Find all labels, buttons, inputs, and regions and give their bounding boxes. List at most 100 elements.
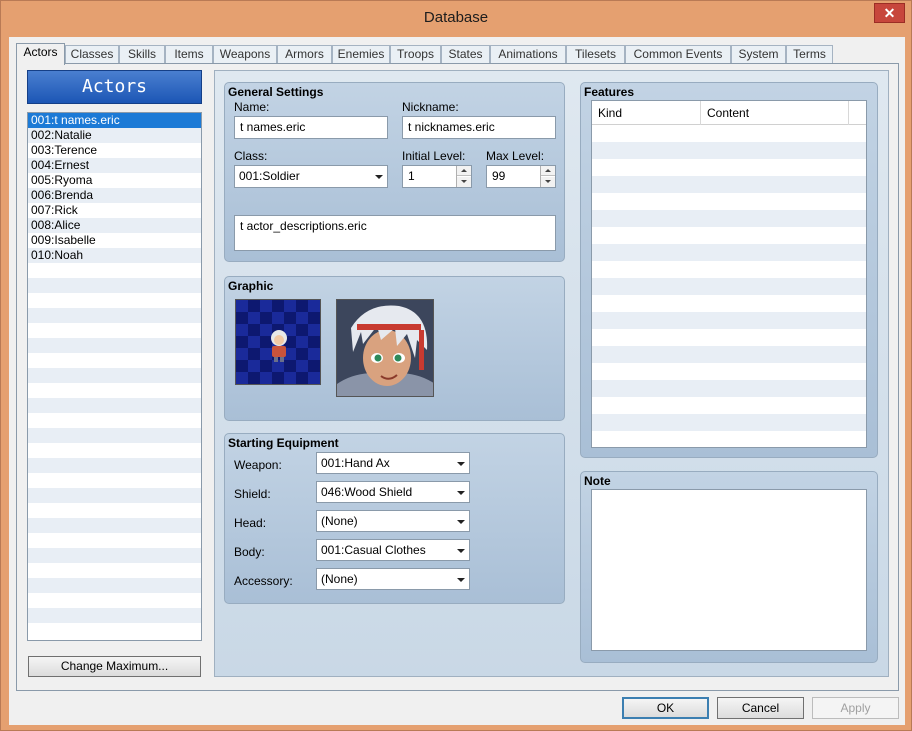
table-row[interactable] <box>592 176 866 193</box>
list-item[interactable]: 007:Rick <box>28 203 201 218</box>
shield-select[interactable]: 046:Wood Shield <box>316 481 470 503</box>
list-item[interactable] <box>28 398 201 413</box>
table-row[interactable] <box>592 261 866 278</box>
tab-weapons[interactable]: Weapons <box>213 45 277 64</box>
list-item[interactable] <box>28 293 201 308</box>
weapon-select[interactable]: 001:Hand Ax <box>316 452 470 474</box>
table-row[interactable] <box>592 346 866 363</box>
table-row[interactable] <box>592 210 866 227</box>
list-item[interactable]: 005:Ryoma <box>28 173 201 188</box>
class-select-value: 001:Soldier <box>239 169 300 183</box>
table-row[interactable] <box>592 278 866 295</box>
list-item[interactable] <box>28 428 201 443</box>
list-item[interactable]: 010:Noah <box>28 248 201 263</box>
list-item[interactable]: 006:Brenda <box>28 188 201 203</box>
list-item[interactable] <box>28 458 201 473</box>
tab-system[interactable]: System <box>731 45 786 64</box>
list-item[interactable]: 001:t names.eric <box>28 113 201 128</box>
table-row[interactable] <box>592 125 866 142</box>
tab-classes[interactable]: Classes <box>65 45 119 64</box>
list-item[interactable] <box>28 443 201 458</box>
tab-armors[interactable]: Armors <box>277 45 332 64</box>
list-item[interactable] <box>28 608 201 623</box>
tab-items[interactable]: Items <box>165 45 213 64</box>
list-item[interactable] <box>28 323 201 338</box>
table-row[interactable] <box>592 159 866 176</box>
tab-animations[interactable]: Animations <box>490 45 566 64</box>
apply-button[interactable]: Apply <box>812 697 899 719</box>
initial-level-down-icon[interactable] <box>457 177 471 187</box>
cancel-button[interactable]: Cancel <box>717 697 804 719</box>
class-label: Class: <box>234 149 268 163</box>
table-row[interactable] <box>592 363 866 380</box>
max-level-down-icon[interactable] <box>541 177 555 187</box>
change-maximum-button[interactable]: Change Maximum... <box>28 656 201 677</box>
body-select[interactable]: 001:Casual Clothes <box>316 539 470 561</box>
list-item[interactable]: 009:Isabelle <box>28 233 201 248</box>
actor-detail-area: General Settings Name: t names.eric Nick… <box>214 70 889 677</box>
table-row[interactable] <box>592 312 866 329</box>
tab-enemies[interactable]: Enemies <box>332 45 390 64</box>
tab-skills[interactable]: Skills <box>119 45 165 64</box>
tab-troops[interactable]: Troops <box>390 45 441 64</box>
list-item[interactable] <box>28 338 201 353</box>
table-row[interactable] <box>592 142 866 159</box>
class-select[interactable]: 001:Soldier <box>234 165 388 188</box>
list-item[interactable] <box>28 278 201 293</box>
actor-list[interactable]: 001:t names.eric 002:Natalie 003:Terence 00… <box>27 112 202 641</box>
list-item[interactable] <box>28 383 201 398</box>
tab-common-events[interactable]: Common Events <box>625 45 731 64</box>
initial-level-stepper[interactable]: 1 <box>402 165 472 188</box>
list-item[interactable] <box>28 563 201 578</box>
table-row[interactable] <box>592 414 866 431</box>
close-button[interactable]: ✕ <box>874 3 905 23</box>
list-item[interactable] <box>28 413 201 428</box>
initial-level-up-icon[interactable] <box>457 166 471 176</box>
features-column-kind[interactable]: Kind <box>592 101 701 125</box>
face-image[interactable] <box>336 299 434 397</box>
nickname-field[interactable]: t nicknames.eric <box>402 116 556 139</box>
list-item[interactable] <box>28 503 201 518</box>
list-item[interactable] <box>28 518 201 533</box>
name-field[interactable]: t names.eric <box>234 116 388 139</box>
accessory-select[interactable]: (None) <box>316 568 470 590</box>
list-item[interactable] <box>28 263 201 278</box>
list-item[interactable] <box>28 488 201 503</box>
list-item[interactable] <box>28 578 201 593</box>
table-row[interactable] <box>592 329 866 346</box>
list-item[interactable] <box>28 623 201 638</box>
tab-tilesets[interactable]: Tilesets <box>566 45 625 64</box>
head-select[interactable]: (None) <box>316 510 470 532</box>
note-field[interactable] <box>591 489 867 651</box>
list-item[interactable]: 002:Natalie <box>28 128 201 143</box>
list-item[interactable] <box>28 353 201 368</box>
list-item[interactable] <box>28 548 201 563</box>
title-bar[interactable]: Database ✕ <box>1 1 911 37</box>
tab-actors[interactable]: Actors <box>16 43 65 65</box>
character-sprite-image[interactable] <box>235 299 321 385</box>
table-row[interactable] <box>592 397 866 414</box>
table-row[interactable] <box>592 295 866 312</box>
list-item[interactable]: 003:Terence <box>28 143 201 158</box>
ok-button[interactable]: OK <box>622 697 709 719</box>
description-field[interactable]: t actor_descriptions.eric <box>234 215 556 251</box>
table-row[interactable] <box>592 380 866 397</box>
list-item[interactable] <box>28 308 201 323</box>
list-item[interactable]: 004:Ernest <box>28 158 201 173</box>
list-item[interactable]: 008:Alice <box>28 218 201 233</box>
tab-states[interactable]: States <box>441 45 490 64</box>
list-item[interactable] <box>28 473 201 488</box>
tab-terms[interactable]: Terms <box>786 45 833 64</box>
list-item[interactable] <box>28 368 201 383</box>
body-label: Body: <box>234 545 265 559</box>
features-table[interactable]: Kind Content <box>591 100 867 448</box>
list-item[interactable] <box>28 533 201 548</box>
max-level-stepper[interactable]: 99 <box>486 165 556 188</box>
table-row[interactable] <box>592 244 866 261</box>
table-row[interactable] <box>592 193 866 210</box>
max-level-up-icon[interactable] <box>541 166 555 176</box>
table-row[interactable] <box>592 431 866 447</box>
list-item[interactable] <box>28 593 201 608</box>
features-column-content[interactable]: Content <box>701 101 849 125</box>
table-row[interactable] <box>592 227 866 244</box>
